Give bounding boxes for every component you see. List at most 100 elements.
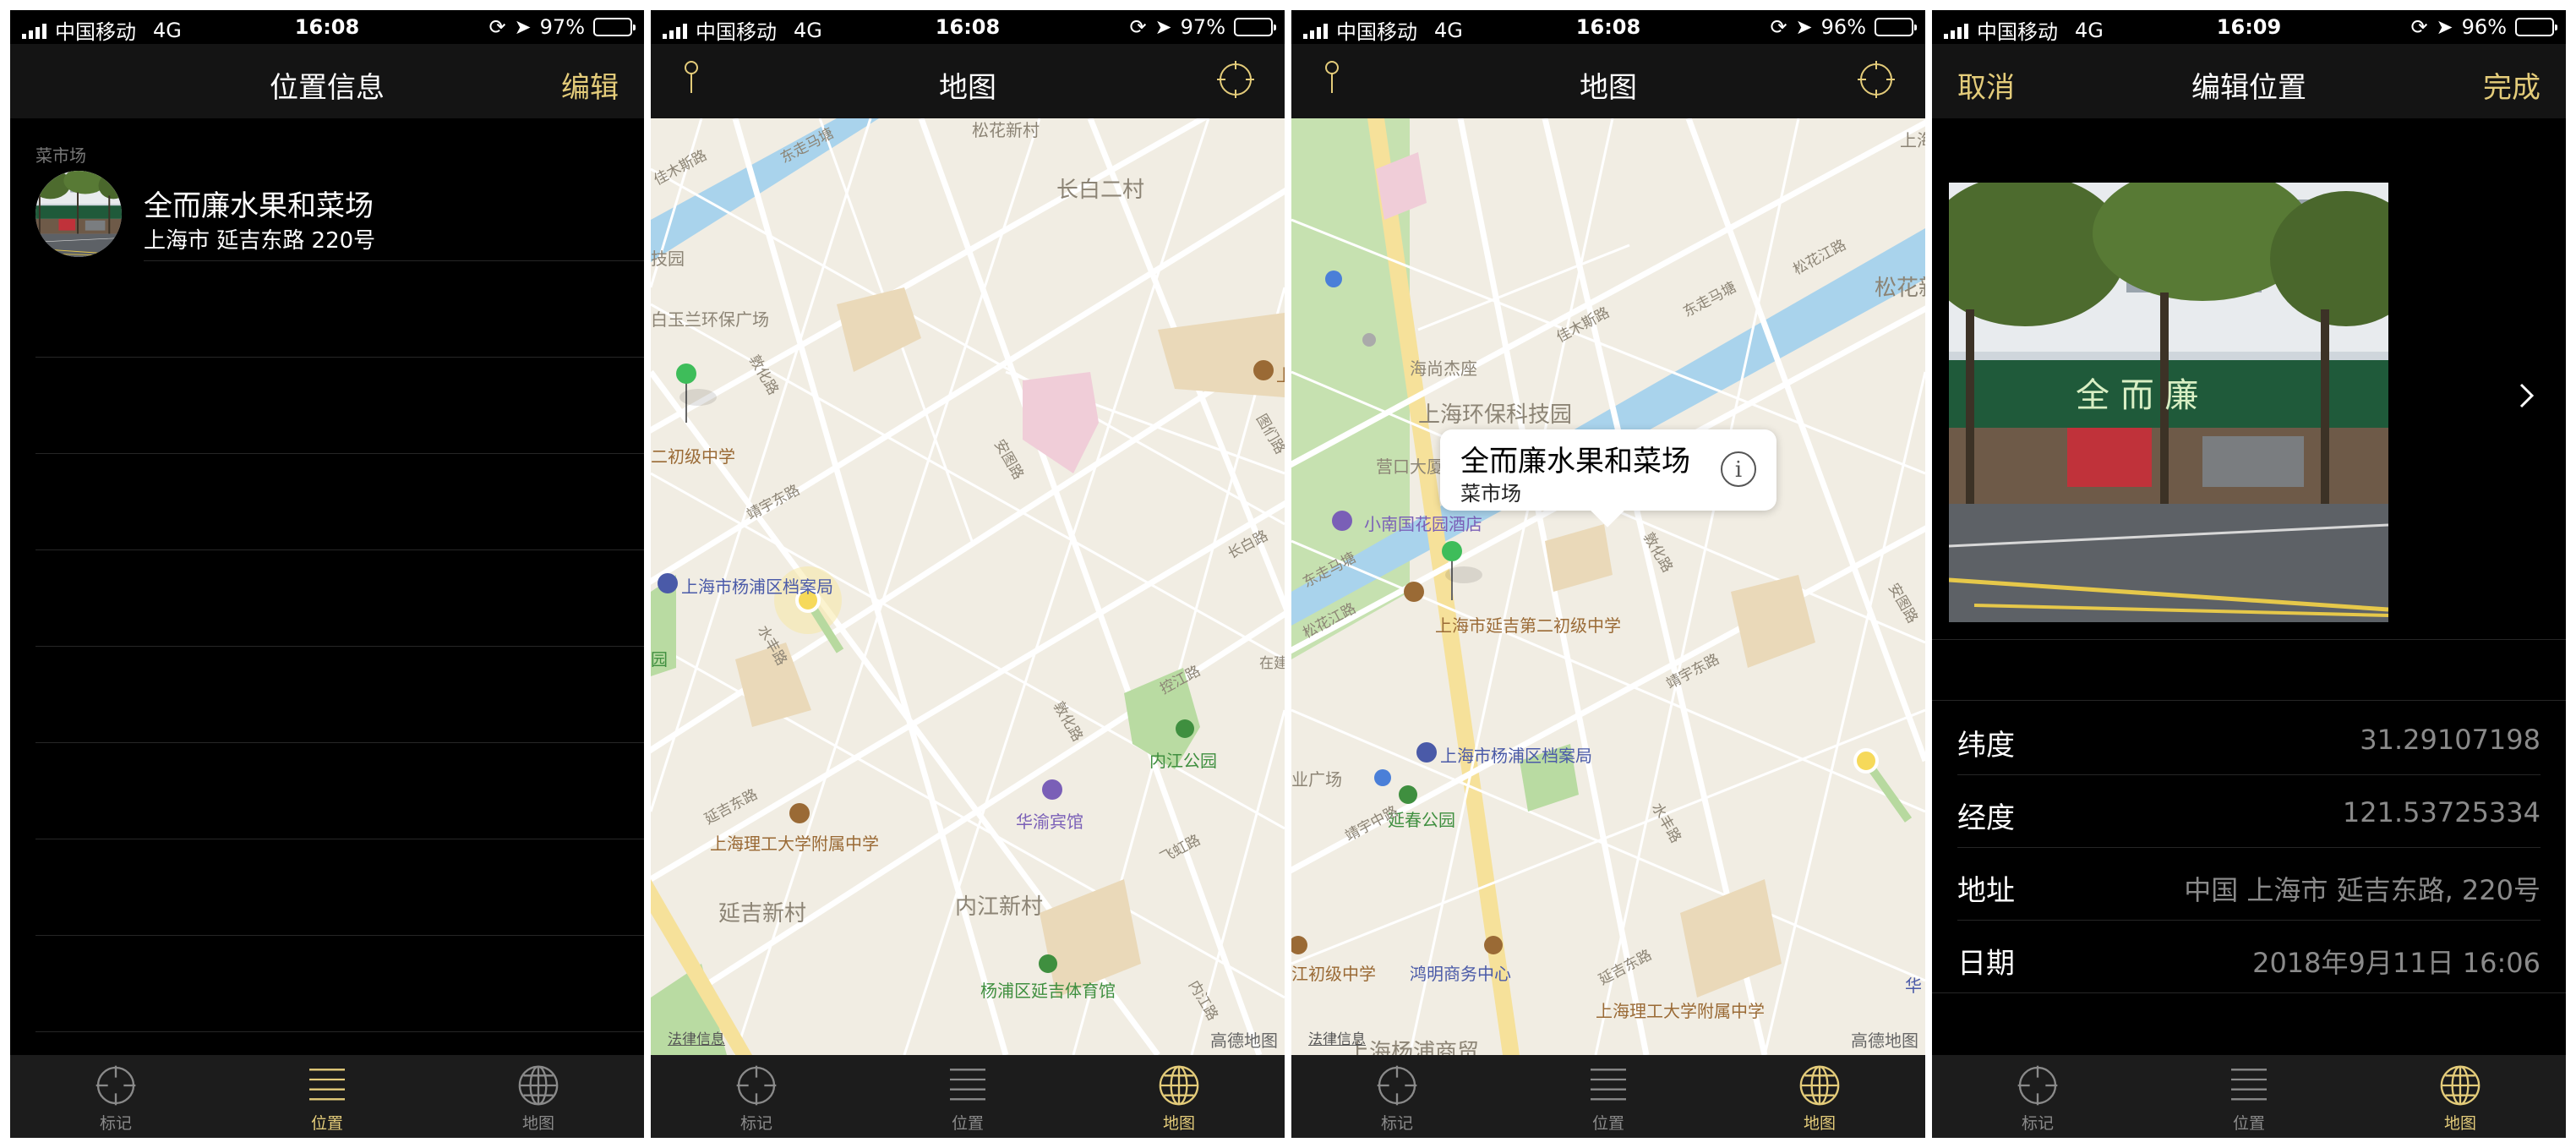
map-label: 上海 bbox=[1900, 130, 1925, 150]
tab-location[interactable]: 位置 bbox=[221, 1055, 433, 1138]
navigation-bar: 取消 编辑位置 完成 bbox=[1932, 44, 2566, 118]
page-title: 地图 bbox=[1580, 71, 1637, 105]
battery-percent: 96% bbox=[2461, 15, 2507, 39]
tab-map[interactable]: 地图 bbox=[2355, 1055, 2566, 1138]
locate-icon[interactable] bbox=[1217, 61, 1254, 98]
map-label: 上海市杨浦区档案局 bbox=[1440, 746, 1592, 766]
battery-icon bbox=[593, 18, 636, 36]
tab-map[interactable]: 地图 bbox=[1073, 1055, 1285, 1138]
list-icon bbox=[1589, 1069, 1628, 1101]
divider bbox=[35, 646, 644, 647]
tab-mark[interactable]: 标记 bbox=[1291, 1055, 1503, 1138]
tab-label: 位置 bbox=[2232, 1114, 2265, 1133]
navigation-bar: 位置信息 编辑 bbox=[10, 44, 644, 118]
status-bar: 中国移动 4G 16:08 ⟳ ➤ 97% bbox=[10, 10, 644, 44]
navigation-bar: 地图 bbox=[1291, 44, 1925, 118]
crosshair-icon bbox=[735, 1064, 778, 1107]
tab-location[interactable]: 位置 bbox=[2143, 1055, 2355, 1138]
map-label: 在建 bbox=[1259, 655, 1285, 672]
battery-percent: 97% bbox=[1180, 15, 1225, 39]
shop-sign-text: 全 而 廉 bbox=[2076, 376, 2198, 415]
callout-title: 全而廉水果和菜场 bbox=[1460, 445, 1690, 478]
crosshair-icon bbox=[95, 1064, 137, 1107]
tab-label: 位置 bbox=[1591, 1114, 1624, 1133]
map-label: 江初级中学 bbox=[1291, 964, 1376, 984]
tab-location[interactable]: 位置 bbox=[862, 1055, 1073, 1138]
info-icon[interactable]: i bbox=[1721, 451, 1756, 487]
legal-link[interactable]: 法律信息 bbox=[668, 1027, 725, 1048]
latitude-row[interactable]: 纬度 31.29107198 bbox=[1957, 702, 2541, 774]
map-label: 内江新村 bbox=[955, 894, 1044, 920]
locate-icon[interactable] bbox=[1858, 61, 1895, 98]
edit-button[interactable]: 编辑 bbox=[561, 64, 619, 106]
globe-icon bbox=[1159, 1065, 1199, 1106]
page-title: 编辑位置 bbox=[2191, 71, 2306, 105]
row-label: 地址 bbox=[1957, 874, 2015, 908]
orientation-lock-icon: ⟳ bbox=[2410, 15, 2428, 39]
map-view[interactable]: 东走马塘 佳木斯路 松花新村 长白二村 技园 白玉兰环保广场 敦化路 安图路 二… bbox=[651, 118, 1285, 1055]
row-value: 中国 上海市 延吉东路, 220号 bbox=[2184, 874, 2541, 906]
orientation-lock-icon: ⟳ bbox=[1770, 15, 1787, 39]
tab-mark[interactable]: 标记 bbox=[10, 1055, 221, 1138]
section-header: 菜市场 bbox=[35, 145, 86, 166]
map-label: 白玉兰环保广场 bbox=[651, 309, 769, 330]
page-title: 地图 bbox=[939, 71, 996, 105]
location-arrow-icon: ➤ bbox=[1795, 15, 1813, 39]
battery-icon bbox=[1875, 18, 1917, 36]
chevron-right-icon[interactable] bbox=[2519, 382, 2535, 409]
divider bbox=[35, 1031, 644, 1032]
globe-icon bbox=[518, 1065, 559, 1106]
address-row[interactable]: 地址 中国 上海市 延吉东路, 220号 bbox=[1957, 847, 2541, 920]
map-label: 延吉新村 bbox=[718, 901, 807, 927]
map-label: 小南国花园酒店 bbox=[1364, 514, 1482, 534]
map-label: 业广场 bbox=[1291, 769, 1342, 790]
tab-label: 地图 bbox=[1803, 1114, 1836, 1133]
tab-label: 标记 bbox=[2021, 1114, 2054, 1133]
list-icon bbox=[948, 1069, 987, 1101]
tab-location[interactable]: 位置 bbox=[1503, 1055, 1714, 1138]
legal-link[interactable]: 法律信息 bbox=[1308, 1027, 1366, 1048]
tab-mark[interactable]: 标记 bbox=[651, 1055, 862, 1138]
status-bar: 中国移动 4G 16:08 ⟳ ➤ 97% bbox=[651, 10, 1285, 44]
map-label: 技园 bbox=[651, 249, 685, 269]
status-bar: 中国移动 4G 16:08 ⟳ ➤ 96% bbox=[1291, 10, 1925, 44]
divider bbox=[35, 357, 644, 358]
divider bbox=[1932, 639, 2566, 640]
map-view[interactable]: 上海 松花江路 松花新 东走马塘 佳木斯路 海尚杰座 上海环保科技园 营口大厦 … bbox=[1291, 118, 1925, 1055]
location-arrow-icon: ➤ bbox=[1154, 15, 1172, 39]
location-list-item[interactable]: 全而廉水果和菜场 上海市 延吉东路 220号 bbox=[35, 169, 644, 260]
map-label: 二初级中学 bbox=[651, 446, 735, 467]
tab-map[interactable]: 地图 bbox=[433, 1055, 644, 1138]
tab-map[interactable]: 地图 bbox=[1714, 1055, 1925, 1138]
done-button[interactable]: 完成 bbox=[2483, 64, 2541, 106]
date-row[interactable]: 日期 2018年9月11日 16:06 bbox=[1957, 920, 2541, 992]
orientation-lock-icon: ⟳ bbox=[1129, 15, 1147, 39]
location-name: 全而廉水果和菜场 bbox=[144, 189, 374, 223]
divider bbox=[35, 549, 644, 550]
battery-percent: 96% bbox=[1820, 15, 1866, 39]
row-value: 2018年9月11日 16:06 bbox=[2252, 947, 2541, 979]
tab-bar: 标记 位置 地图 bbox=[1291, 1055, 1925, 1138]
map-label: 上海市杨浦区档案局 bbox=[681, 577, 833, 597]
tab-mark[interactable]: 标记 bbox=[1932, 1055, 2143, 1138]
crosshair-icon bbox=[1376, 1064, 1418, 1107]
map-label: 园 bbox=[651, 649, 668, 670]
callout-subtitle: 菜市场 bbox=[1460, 482, 1521, 506]
screen-edit-location: 中国移动 4G 16:09 ⟳ ➤ 96% 取消 编辑位置 完成 全 而 廉 纬… bbox=[1932, 10, 2566, 1138]
longitude-row[interactable]: 经度 121.53725334 bbox=[1957, 774, 2541, 847]
tab-label: 标记 bbox=[99, 1114, 132, 1133]
tab-bar: 标记 位置 地图 bbox=[651, 1055, 1285, 1138]
row-label: 纬度 bbox=[1957, 729, 2015, 763]
tab-bar: 标记 位置 地图 bbox=[1932, 1055, 2566, 1138]
row-label: 日期 bbox=[1957, 947, 2015, 981]
divider bbox=[1932, 992, 2566, 993]
map-label: 华 bbox=[1905, 976, 1922, 996]
map-label: 营口大厦 bbox=[1376, 456, 1444, 477]
tab-label: 标记 bbox=[1380, 1114, 1413, 1133]
annotation-callout[interactable]: 全而廉水果和菜场 菜市场 i bbox=[1440, 429, 1776, 511]
map-label: 海尚杰座 bbox=[1410, 358, 1477, 379]
map-provider-logo: 高德地图 bbox=[1210, 1030, 1278, 1051]
location-photo[interactable]: 全 而 廉 bbox=[1949, 183, 2388, 622]
row-label: 经度 bbox=[1957, 801, 2015, 835]
map-label: 松花新村 bbox=[972, 120, 1040, 140]
